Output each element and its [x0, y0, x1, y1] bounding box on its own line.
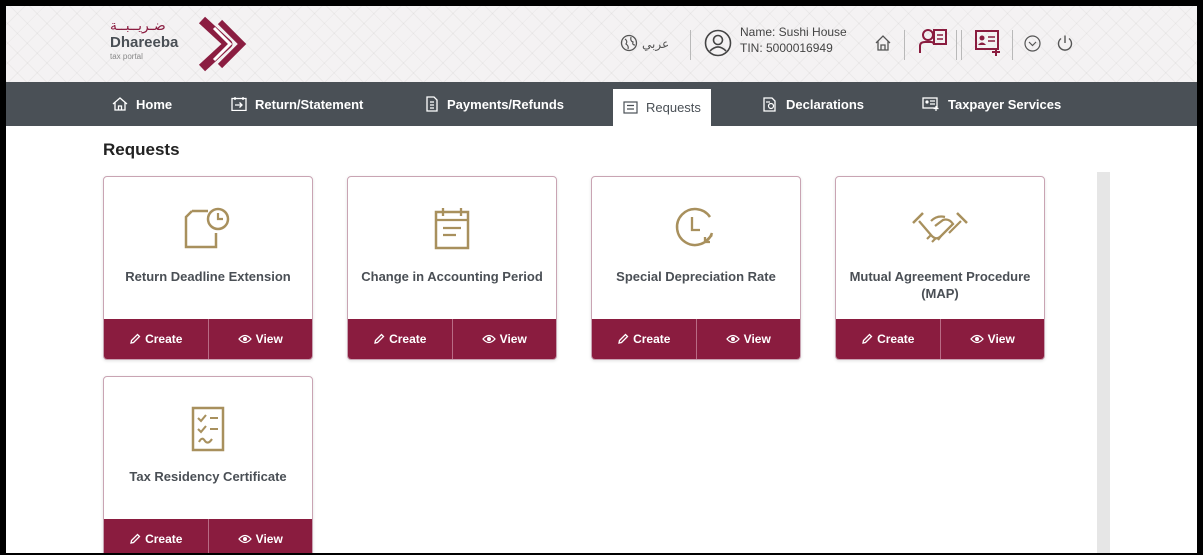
- header-divider: [690, 30, 691, 60]
- view-button[interactable]: View: [207, 519, 313, 553]
- nav-item-label: Return/Statement: [255, 96, 364, 112]
- create-button[interactable]: Create: [348, 319, 452, 359]
- request-card: Special Depreciation Rate Create View: [591, 176, 801, 360]
- nav-item-label: Taxpayer Services: [948, 96, 1062, 112]
- checklist-icon: [191, 406, 225, 452]
- nav-item-label: Declarations: [786, 96, 865, 112]
- request-card: Return Deadline Extension Create View: [103, 176, 313, 360]
- home-icon[interactable]: [874, 34, 892, 52]
- pencil-icon: [130, 533, 141, 544]
- dhareeba-logo[interactable]: ضـريــبــة Dhareeba tax portal: [108, 16, 258, 78]
- globe-icon[interactable]: [620, 34, 638, 52]
- pencil-icon: [862, 333, 873, 344]
- header-divider: [956, 30, 957, 60]
- language-toggle[interactable]: عربي: [642, 37, 669, 51]
- create-label: Create: [389, 332, 427, 346]
- view-button[interactable]: View: [695, 319, 801, 359]
- handshake-icon: [912, 212, 968, 243]
- create-label: Create: [877, 332, 915, 346]
- nav-item-taxpayer-services[interactable]: Taxpayer Services: [922, 82, 1061, 126]
- logo-tagline: tax portal: [110, 52, 143, 61]
- card-title: Special Depreciation Rate: [616, 269, 776, 284]
- pencil-icon: [130, 333, 141, 344]
- home-icon: [112, 97, 128, 111]
- services-icon: [922, 97, 939, 111]
- header-divider: [904, 30, 905, 60]
- pencil-icon: [374, 333, 385, 344]
- create-button[interactable]: Create: [104, 319, 208, 359]
- tab-requests[interactable]: Requests: [613, 89, 711, 126]
- logo-arabic-text: ضـريــبــة: [110, 18, 166, 34]
- view-label: View: [499, 332, 527, 346]
- create-label: Create: [145, 532, 183, 546]
- card-title: Tax Residency Certificate: [129, 469, 287, 484]
- logo-chevron-mark: [198, 16, 247, 72]
- view-button[interactable]: View: [207, 319, 313, 359]
- eye-icon: [481, 334, 496, 344]
- request-card: Change in Accounting Period Create View: [347, 176, 557, 360]
- main-nav: Home Return/Statement Payments/Refunds R…: [6, 82, 1197, 126]
- view-label: View: [255, 332, 283, 346]
- declarations-icon: [763, 96, 776, 112]
- header-divider: [1012, 30, 1013, 60]
- nav-item-payments-refunds[interactable]: Payments/Refunds: [425, 82, 564, 126]
- id-card-icon[interactable]: [974, 28, 1004, 56]
- create-button[interactable]: Create: [836, 319, 940, 359]
- user-avatar-icon: [704, 29, 732, 57]
- top-header: ضـريــبــة Dhareeba tax portal عربي Name…: [6, 6, 1197, 82]
- taxpayer-tin: TIN: 5000016949: [740, 41, 833, 55]
- power-icon[interactable]: [1056, 34, 1074, 52]
- eye-icon: [725, 334, 740, 344]
- nav-item-label: Requests: [646, 100, 701, 115]
- create-button[interactable]: Create: [104, 519, 208, 553]
- view-button[interactable]: View: [939, 319, 1045, 359]
- create-label: Create: [633, 332, 671, 346]
- view-label: View: [987, 332, 1015, 346]
- clock-arrow-icon: [675, 207, 714, 247]
- calendar-icon: [434, 208, 470, 250]
- eye-icon: [237, 534, 252, 544]
- request-card: Mutual Agreement Procedure (MAP) Create …: [835, 176, 1045, 360]
- card-title: Return Deadline Extension: [125, 269, 291, 284]
- card-title: Change in Accounting Period: [361, 269, 543, 284]
- return-icon: [231, 97, 247, 111]
- eye-icon: [969, 334, 984, 344]
- request-card: Tax Residency Certificate Create View: [103, 376, 313, 553]
- nav-item-home[interactable]: Home: [112, 82, 172, 126]
- chevron-down-icon[interactable]: [1024, 35, 1041, 52]
- pencil-icon: [618, 333, 629, 344]
- taxpayer-name: Name: Sushi House: [740, 25, 847, 39]
- user-book-icon[interactable]: [918, 26, 948, 56]
- vertical-scrollbar[interactable]: [1097, 172, 1110, 553]
- view-button[interactable]: View: [451, 319, 557, 359]
- app-window: ضـريــبــة Dhareeba tax portal عربي Name…: [6, 6, 1197, 553]
- view-label: View: [743, 332, 771, 346]
- create-button[interactable]: Create: [592, 319, 696, 359]
- view-label: View: [255, 532, 283, 546]
- page-title: Requests: [103, 140, 180, 159]
- payments-icon: [426, 96, 438, 112]
- nav-item-return-statement[interactable]: Return/Statement: [231, 82, 363, 126]
- document-clock-icon: [184, 207, 230, 249]
- create-label: Create: [145, 332, 183, 346]
- nav-item-label: Payments/Refunds: [447, 96, 565, 112]
- requests-icon: [623, 101, 638, 114]
- card-title: Mutual Agreement Procedure (MAP): [849, 269, 1031, 301]
- eye-icon: [237, 334, 252, 344]
- nav-item-declarations[interactable]: Declarations: [762, 82, 864, 126]
- header-divider: [961, 30, 962, 60]
- nav-item-label: Home: [136, 96, 173, 112]
- logo-name: Dhareeba: [110, 34, 179, 51]
